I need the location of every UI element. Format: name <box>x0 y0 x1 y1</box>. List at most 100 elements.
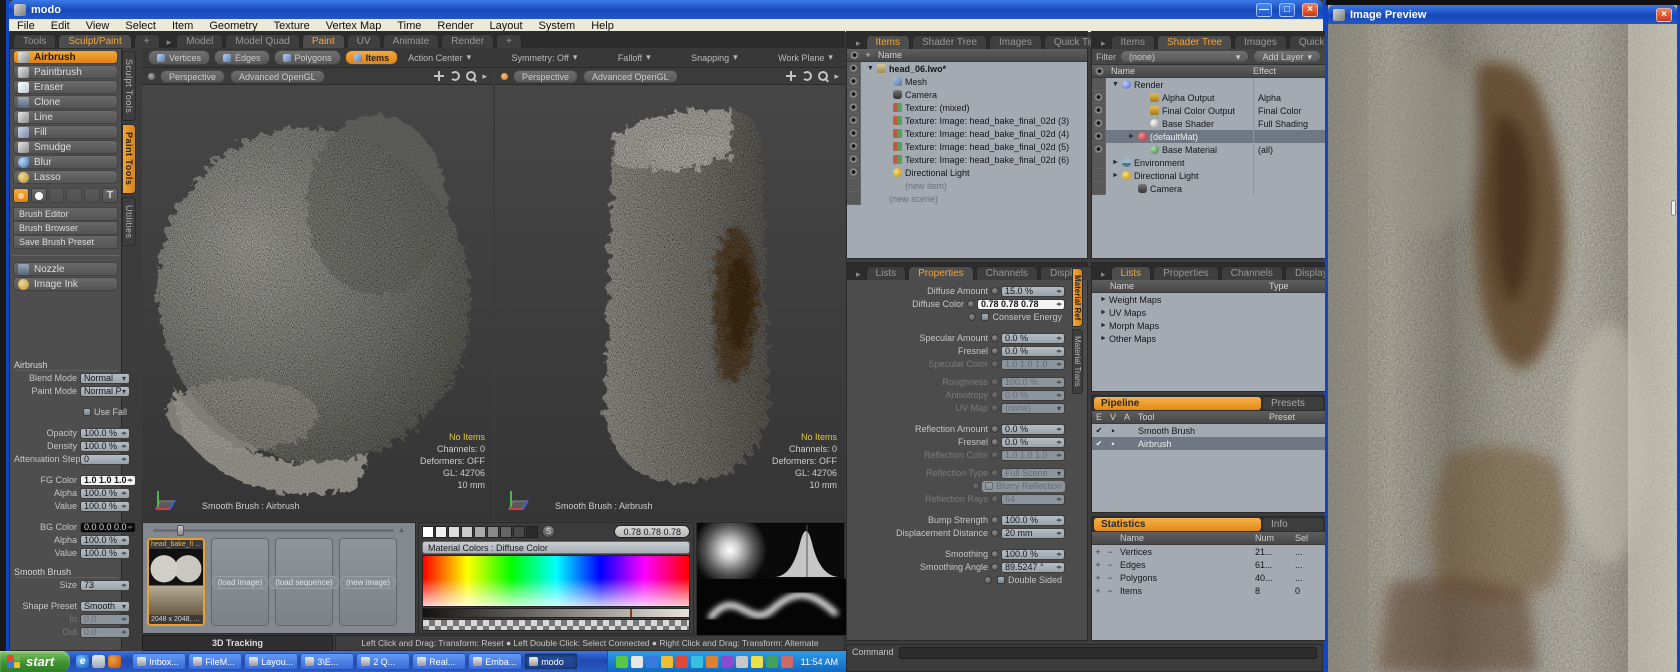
spinner-icon[interactable]: ◂▸ <box>121 628 126 636</box>
checkbox[interactable] <box>981 313 989 321</box>
expand-arrow-icon[interactable]: ► <box>1098 335 1109 342</box>
property-field[interactable]: 64 ◂▸ ▾ <box>1001 494 1065 505</box>
start-button[interactable]: start <box>0 651 70 672</box>
item-row[interactable]: Texture: Image: head_bake_final_02d (3) <box>847 114 1087 127</box>
property-field[interactable]: 100.0 % ◂▸ ▾ <box>80 535 130 546</box>
gray-swatch[interactable] <box>474 526 486 538</box>
visible-dot-icon[interactable]: • <box>1106 439 1120 449</box>
property-field[interactable]: 100.0 % ◂▸ ▾ <box>1001 515 1065 526</box>
toolbar-dropdown[interactable]: Action Center ▾ <box>402 52 477 63</box>
menu-item[interactable]: Geometry <box>201 20 265 32</box>
property-field[interactable]: 0.0 ◂▸ ▾ <box>80 627 130 638</box>
viewport-thumb-icon[interactable] <box>501 73 508 80</box>
spinner-icon[interactable]: ◂▸ <box>127 523 132 531</box>
spinner-icon[interactable]: ◂▸ <box>1056 287 1061 295</box>
visibility-eye-icon[interactable] <box>849 77 858 86</box>
clock[interactable]: 11:54 AM <box>801 657 838 667</box>
shading-mode-dropdown[interactable]: Advanced OpenGL <box>583 70 678 83</box>
spinner-icon[interactable]: ◂▸ <box>1056 425 1061 433</box>
channel-toggle-icon[interactable] <box>991 334 999 342</box>
brush-shape-poly-icon[interactable] <box>84 188 100 203</box>
menu-item[interactable]: Render <box>429 20 481 32</box>
property-field[interactable]: Double Sided ◂▸ ▾ <box>994 575 1065 586</box>
visibility-eye-icon[interactable] <box>849 64 858 73</box>
property-field[interactable]: 0.0 % ◂▸ ▾ <box>1001 390 1065 401</box>
maximize-button[interactable]: □ <box>1279 3 1295 17</box>
tool-button[interactable]: Clone <box>13 95 118 109</box>
spinner-icon[interactable]: ◂▸ <box>1056 529 1061 537</box>
taskbar-task-button[interactable]: 3\E... <box>300 653 354 670</box>
expand-plus-icon[interactable]: + <box>1092 586 1104 596</box>
alpha-strip[interactable] <box>422 619 690 631</box>
spinner-icon[interactable]: ◂▸ <box>1056 550 1061 558</box>
tray-icon[interactable] <box>706 656 718 668</box>
tool-button[interactable]: Line <box>13 110 118 124</box>
channel-toggle-icon[interactable] <box>968 313 976 321</box>
shader-row[interactable]: ▼ Render <box>1092 78 1325 91</box>
filter-dropdown[interactable]: (none) ▾ <box>1120 50 1249 63</box>
item-row[interactable]: (new item) <box>847 179 1087 192</box>
panel-tab[interactable]: Properties <box>908 266 974 280</box>
tab-scroll-arrow-icon[interactable]: ▸ <box>1096 38 1111 49</box>
tray-icon[interactable] <box>691 656 703 668</box>
spinner-icon[interactable]: ◂▸ <box>121 536 126 544</box>
slider-handle[interactable] <box>177 525 184 536</box>
layout-tab[interactable]: Sculpt/Paint <box>58 34 131 48</box>
gray-swatch[interactable] <box>422 526 434 538</box>
channel-toggle-icon[interactable] <box>991 360 999 368</box>
property-field[interactable]: (none) ◂▸ ▾ <box>1001 403 1065 414</box>
visibility-eye-icon[interactable] <box>1094 106 1103 115</box>
tool-button[interactable]: Fill <box>13 125 118 139</box>
map-row[interactable]: ► Other Maps <box>1092 332 1325 345</box>
property-field[interactable]: 0.0 % ◂▸ ▾ <box>1001 333 1065 344</box>
taskbar-task-button[interactable]: Emba... <box>468 653 522 670</box>
spinner-icon[interactable]: ◂▸ <box>1056 378 1061 386</box>
brush-link-button[interactable]: Brush Browser <box>13 221 118 235</box>
layout-tab[interactable]: Model <box>176 34 223 48</box>
property-field[interactable]: Conserve Energy ◂▸ ▾ <box>978 312 1065 323</box>
shader-row[interactable]: ► Directional Light <box>1092 169 1325 182</box>
gray-swatch[interactable] <box>513 526 525 538</box>
gray-swatch[interactable] <box>526 526 538 538</box>
item-row[interactable]: Texture: Image: head_bake_final_02d (5) <box>847 140 1087 153</box>
tool-button[interactable]: Smudge <box>13 140 118 154</box>
show-desktop-icon[interactable] <box>92 655 105 668</box>
tool-button[interactable]: Lasso <box>13 170 118 184</box>
expand-arrow-icon[interactable]: ▼ <box>1110 81 1121 88</box>
visibility-eye-icon[interactable] <box>849 168 858 177</box>
property-field[interactable]: 0.0 % ◂▸ ▾ <box>1001 346 1065 357</box>
pipeline-row[interactable]: ✔ • Airbrush <box>1092 437 1325 450</box>
extra-tool-button[interactable]: Image Ink <box>13 277 118 291</box>
image-placeholder-tile[interactable]: (load image) <box>211 538 269 626</box>
pan-icon[interactable] <box>433 70 445 82</box>
property-field[interactable]: 0.0 0.0 0.0 ◂▸ ▾ <box>80 522 136 533</box>
expand-arrow-icon[interactable]: ► <box>1098 296 1109 303</box>
expand-plus-icon[interactable]: + <box>1092 560 1104 570</box>
channel-toggle-icon[interactable] <box>991 347 999 355</box>
orbit-icon[interactable] <box>450 71 460 81</box>
property-field[interactable]: 1.0 1.0 1.0 ◂▸ ▾ <box>80 475 136 486</box>
tab-scroll-arrow-icon[interactable]: ▸ <box>1096 269 1111 280</box>
channel-toggle-icon[interactable] <box>991 451 999 459</box>
pipeline-tab[interactable]: Pipeline <box>1094 397 1261 410</box>
tray-icon[interactable] <box>751 656 763 668</box>
gray-swatch[interactable] <box>448 526 460 538</box>
viewport-flyout-icon[interactable]: ▸ <box>482 71 487 82</box>
spinner-icon[interactable]: ◂▸ <box>127 476 132 484</box>
view-type-dropdown[interactable]: Perspective <box>160 70 225 83</box>
pipeline-row[interactable]: ✔ • Smooth Brush <box>1092 424 1325 437</box>
taskbar-task-button[interactable]: Layou... <box>244 653 298 670</box>
visibility-eye-icon[interactable] <box>849 90 858 99</box>
taskbar-task-button[interactable]: 2 Q... <box>356 653 410 670</box>
gray-swatch[interactable] <box>500 526 512 538</box>
orbit-icon[interactable] <box>802 71 812 81</box>
component-mode-button[interactable]: Vertices <box>148 50 210 65</box>
checkbox[interactable] <box>997 576 1005 584</box>
property-field[interactable]: Smooth ◂▸ ▾ <box>80 601 130 612</box>
tool-button[interactable]: Blur <box>13 155 118 169</box>
menu-item[interactable]: Layout <box>481 20 530 32</box>
value-strip[interactable] <box>422 608 690 618</box>
channel-toggle-icon[interactable] <box>991 550 999 558</box>
item-row[interactable]: ▼ head_06.lwo* <box>847 62 1087 75</box>
value-marker[interactable] <box>630 609 632 617</box>
